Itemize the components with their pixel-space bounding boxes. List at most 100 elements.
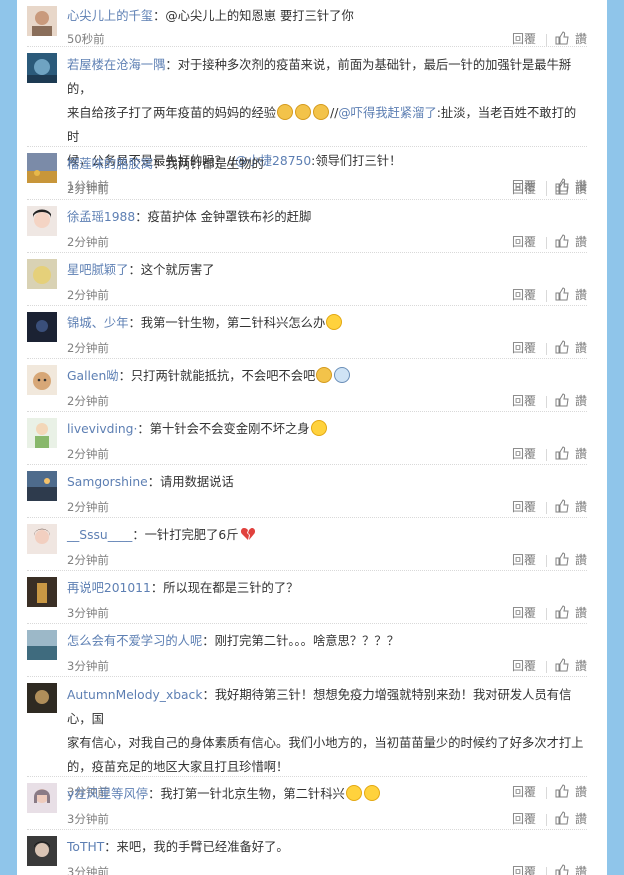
like-label[interactable]: 讚 [575, 394, 587, 408]
reply-button[interactable]: 回覆 [512, 235, 536, 249]
like-label[interactable]: 讚 [575, 182, 587, 196]
comment-text: ：请用数据说话 [147, 475, 234, 489]
thumbs-up-icon[interactable] [555, 658, 569, 672]
username[interactable]: 心尖儿上的千玺 [67, 9, 153, 23]
username[interactable]: AutumnMelody_xback [67, 688, 202, 702]
like-label[interactable]: 讚 [575, 606, 587, 620]
username[interactable]: 再说吧201011 [67, 581, 151, 595]
comment-text: ：这个就厉害了 [128, 263, 215, 277]
reply-button[interactable]: 回覆 [512, 606, 536, 620]
laughing-emoji-icon [345, 785, 362, 801]
reply-button[interactable]: 回覆 [512, 659, 536, 673]
thumbs-up-icon[interactable] [555, 499, 569, 513]
username[interactable]: 怎么会有不爱学习的人呢 [67, 634, 202, 648]
grinning-emoji-icon [310, 420, 327, 436]
timestamp: 3分钟前 [67, 812, 109, 826]
reply-button[interactable]: 回覆 [512, 500, 536, 514]
username[interactable]: y在风里等风停 [67, 787, 148, 801]
reply-button[interactable]: 回覆 [512, 553, 536, 567]
like-label[interactable]: 讚 [575, 812, 587, 826]
like-label[interactable]: 讚 [575, 553, 587, 567]
avatar[interactable] [27, 836, 57, 866]
like-label[interactable]: 讚 [575, 235, 587, 249]
timestamp: 2分钟前 [67, 500, 109, 514]
username[interactable]: Samgorshine [67, 475, 148, 489]
avatar[interactable] [27, 6, 57, 36]
list-item: 心尖儿上的千玺：@心尖儿上的知恩崽 要打三针了你 50秒前 回覆 讚 [27, 0, 587, 47]
username[interactable]: 锦城、少年 [67, 316, 129, 330]
avatar[interactable] [27, 312, 57, 342]
list-item: __Sssu____：一针打完肥了6斤 2分钟前 回覆 讚 [27, 518, 587, 571]
username[interactable]: Gallen呦 [67, 369, 119, 383]
thumbs-up-icon[interactable] [555, 181, 569, 195]
mention-link[interactable]: @吓得我赶紧溜了 [338, 106, 436, 120]
dog-emoji-icon [295, 104, 312, 120]
thumbs-up-icon[interactable] [555, 552, 569, 566]
reply-button[interactable]: 回覆 [512, 447, 536, 461]
timestamp: 50秒前 [67, 32, 105, 46]
comment-text: ：我打第一针北京生物，第二针科兴 [148, 787, 345, 801]
thumbs-up-icon[interactable] [555, 340, 569, 354]
comment-text: ：所以现在都是三针的了？ [150, 581, 299, 595]
laughing-emoji-icon [363, 785, 380, 801]
avatar[interactable] [27, 365, 57, 395]
username[interactable]: 榴莲味的胳胶窝 [67, 157, 153, 171]
comment-text: ：@心尖儿上的知恩崽 要打三针了你 [153, 9, 354, 23]
like-label[interactable]: 讚 [575, 32, 587, 46]
like-label[interactable]: 讚 [575, 659, 587, 673]
like-label[interactable]: 讚 [575, 447, 587, 461]
comment-text: ：我两针都是生物的 [153, 157, 264, 171]
username[interactable]: 星吧腻颖了 [67, 263, 129, 277]
avatar[interactable] [27, 783, 57, 813]
avatar[interactable] [27, 206, 57, 236]
thumbs-up-icon[interactable] [555, 811, 569, 825]
laughing-emoji-icon [326, 314, 343, 330]
timestamp: 2分钟前 [67, 288, 109, 302]
username[interactable]: __Sssu____ [67, 528, 132, 542]
reply-button[interactable]: 回覆 [512, 182, 536, 196]
avatar[interactable] [27, 418, 57, 448]
avatar[interactable] [27, 53, 57, 83]
thumbs-up-icon[interactable] [555, 605, 569, 619]
reply-button[interactable]: 回覆 [512, 32, 536, 46]
reply-button[interactable]: 回覆 [512, 394, 536, 408]
thumbs-up-icon[interactable] [555, 864, 569, 875]
timestamp: 2分钟前 [67, 553, 109, 567]
avatar[interactable] [27, 630, 57, 660]
thumbs-up-icon[interactable] [555, 31, 569, 45]
comment-text: ：只打两针就能抵抗，不会吧不会吧 [118, 369, 316, 383]
avatar[interactable] [27, 577, 57, 607]
thumbs-up-icon[interactable] [555, 234, 569, 248]
thumbs-up-icon[interactable] [555, 287, 569, 301]
reply-button[interactable]: 回覆 [512, 288, 536, 302]
like-label[interactable]: 讚 [575, 288, 587, 302]
like-label[interactable]: 讚 [575, 341, 587, 355]
list-item: 再说吧201011：所以现在都是三针的了？ 3分钟前 回覆 讚 [27, 571, 587, 624]
reply-button[interactable]: 回覆 [512, 341, 536, 355]
like-label[interactable]: 讚 [575, 500, 587, 514]
timestamp: 2分钟前 [67, 341, 109, 355]
avatar[interactable] [27, 683, 57, 713]
avatar[interactable] [27, 524, 57, 554]
like-label[interactable]: 讚 [575, 865, 587, 875]
avatar[interactable] [27, 259, 57, 289]
comment-text: ：来吧，我的手臂已经准备好了。 [104, 840, 289, 854]
username[interactable]: ToTHT [67, 840, 104, 854]
username[interactable]: 若屋楼在沧海一隅 [67, 58, 165, 72]
avatar[interactable] [27, 471, 57, 501]
comment-list: 心尖儿上的千玺：@心尖儿上的知恩崽 要打三针了你 50秒前 回覆讚 若屋楼在沧海… [17, 0, 607, 875]
timestamp: 3分钟前 [67, 606, 109, 620]
timestamp: 2分钟前 [67, 394, 109, 408]
reply-button[interactable]: 回覆 [512, 812, 536, 826]
timestamp: 2分钟前 [67, 447, 109, 461]
list-item: 榴莲味的胳胶窝：我两针都是生物的 2分钟前 回覆 讚 [27, 147, 587, 200]
timestamp: 3分钟前 [67, 865, 109, 875]
thumbs-up-icon[interactable] [555, 446, 569, 460]
avatar[interactable] [27, 153, 57, 183]
list-item: 星吧腻颖了：这个就厉害了 2分钟前 回覆 讚 [27, 253, 587, 306]
comment-text: ：一针打完肥了6斤 [132, 528, 239, 542]
reply-button[interactable]: 回覆 [512, 865, 536, 875]
username[interactable]: 徐孟瑶1988 [67, 210, 135, 224]
username[interactable]: livevivding· [67, 422, 137, 436]
thumbs-up-icon[interactable] [555, 393, 569, 407]
